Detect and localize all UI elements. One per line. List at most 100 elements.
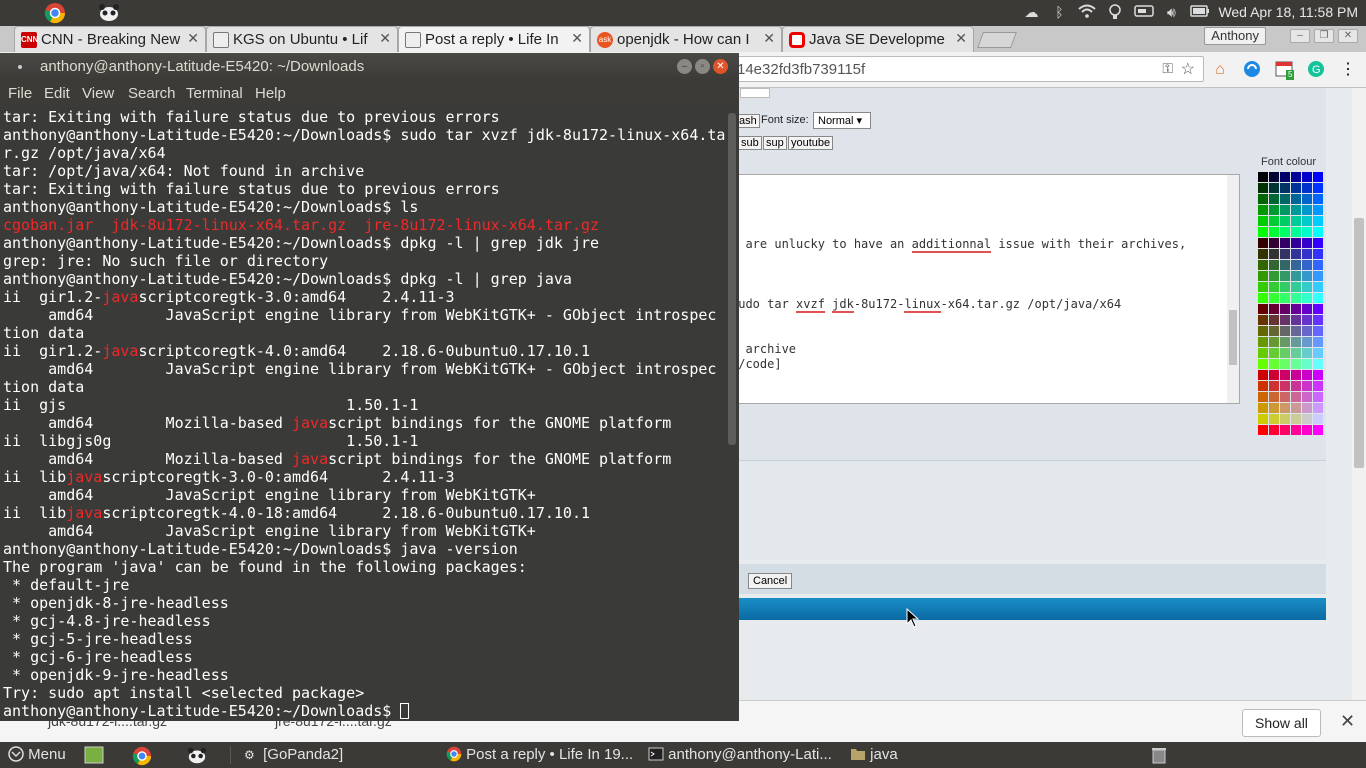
- colour-swatch[interactable]: [1258, 392, 1268, 402]
- colour-swatch[interactable]: [1302, 359, 1312, 369]
- colour-swatch[interactable]: [1302, 227, 1312, 237]
- colour-swatch[interactable]: [1302, 238, 1312, 248]
- page-scrollbar[interactable]: [1352, 88, 1366, 708]
- close-window-button[interactable]: ✕: [713, 59, 728, 74]
- youtube-button[interactable]: youtube: [788, 136, 834, 150]
- colour-swatch[interactable]: [1269, 403, 1279, 413]
- colour-swatch[interactable]: [1258, 359, 1268, 369]
- colour-swatch[interactable]: [1313, 260, 1323, 270]
- colour-swatch[interactable]: [1291, 370, 1301, 380]
- close-icon[interactable]: ✕: [1340, 711, 1355, 732]
- close-icon[interactable]: ✕: [955, 30, 967, 47]
- colour-swatch[interactable]: [1280, 370, 1290, 380]
- colour-swatch[interactable]: [1291, 359, 1301, 369]
- colour-swatch[interactable]: [1291, 337, 1301, 347]
- close-icon[interactable]: ✕: [379, 30, 391, 47]
- colour-swatch[interactable]: [1280, 216, 1290, 226]
- colour-swatch[interactable]: [1302, 425, 1312, 435]
- show-desktop-icon[interactable]: [84, 746, 104, 768]
- sync-extension-icon[interactable]: [1242, 60, 1262, 80]
- colour-swatch[interactable]: [1313, 326, 1323, 336]
- tab-cnn[interactable]: CNN CNN - Breaking New ✕: [14, 26, 206, 52]
- colour-swatch[interactable]: [1269, 216, 1279, 226]
- colour-swatch[interactable]: [1269, 359, 1279, 369]
- colour-swatch[interactable]: [1313, 271, 1323, 281]
- colour-swatch[interactable]: [1313, 172, 1323, 182]
- colour-swatch[interactable]: [1313, 337, 1323, 347]
- sub-button[interactable]: sub: [738, 136, 762, 150]
- colour-swatch[interactable]: [1302, 216, 1312, 226]
- colour-swatch[interactable]: [1313, 194, 1323, 204]
- colour-swatch[interactable]: [1302, 370, 1312, 380]
- colour-swatch[interactable]: [1302, 315, 1312, 325]
- colour-swatch[interactable]: [1280, 260, 1290, 270]
- terminal-scroll-thumb[interactable]: [728, 113, 736, 445]
- colour-swatch[interactable]: [1280, 249, 1290, 259]
- colour-swatch[interactable]: [1313, 392, 1323, 402]
- colour-swatch[interactable]: [1269, 348, 1279, 358]
- minimize-button[interactable]: –: [1290, 29, 1310, 43]
- menu-button[interactable]: Menu: [8, 746, 66, 763]
- colour-swatch[interactable]: [1313, 304, 1323, 314]
- colour-swatch[interactable]: [1258, 183, 1268, 193]
- colour-swatch[interactable]: [1291, 392, 1301, 402]
- colour-swatch[interactable]: [1280, 337, 1290, 347]
- colour-swatch[interactable]: [1291, 238, 1301, 248]
- colour-swatch[interactable]: [1291, 260, 1301, 270]
- editor-scroll-thumb[interactable]: [1229, 310, 1237, 365]
- colour-swatch[interactable]: [1291, 315, 1301, 325]
- colour-swatch[interactable]: [1291, 172, 1301, 182]
- tab-post-reply[interactable]: Post a reply • Life In ✕: [398, 26, 590, 52]
- colour-swatch[interactable]: [1302, 282, 1312, 292]
- colour-swatch[interactable]: [1291, 216, 1301, 226]
- close-icon[interactable]: ✕: [763, 30, 775, 47]
- colour-swatch[interactable]: [1302, 337, 1312, 347]
- colour-swatch[interactable]: [1313, 183, 1323, 193]
- colour-swatch[interactable]: [1269, 172, 1279, 182]
- tab-kgs[interactable]: KGS on Ubuntu • Lif ✕: [206, 26, 398, 52]
- colour-swatch[interactable]: [1280, 348, 1290, 358]
- tab-java-se[interactable]: Java SE Developme ✕: [782, 26, 974, 52]
- profile-button[interactable]: Anthony: [1204, 27, 1266, 45]
- colour-swatch[interactable]: [1313, 249, 1323, 259]
- colour-swatch[interactable]: [1302, 205, 1312, 215]
- colour-swatch[interactable]: [1258, 293, 1268, 303]
- colour-swatch[interactable]: [1313, 205, 1323, 215]
- colour-swatch[interactable]: [1280, 326, 1290, 336]
- colour-swatch[interactable]: [1269, 414, 1279, 424]
- colour-swatch[interactable]: [1280, 304, 1290, 314]
- task-folder[interactable]: java: [850, 746, 898, 763]
- colour-swatch[interactable]: [1302, 403, 1312, 413]
- sup-button[interactable]: sup: [763, 136, 787, 150]
- colour-swatch[interactable]: [1313, 216, 1323, 226]
- colour-swatch[interactable]: [1291, 227, 1301, 237]
- colour-swatch[interactable]: [1302, 249, 1312, 259]
- colour-swatch[interactable]: [1269, 249, 1279, 259]
- colour-swatch[interactable]: [1302, 348, 1312, 358]
- gopanda-launcher-icon[interactable]: [98, 2, 120, 24]
- colour-swatch[interactable]: [1280, 238, 1290, 248]
- colour-swatch[interactable]: [1258, 238, 1268, 248]
- colour-swatch[interactable]: [1291, 205, 1301, 215]
- colour-swatch[interactable]: [1280, 282, 1290, 292]
- editor-scrollbar[interactable]: [1227, 175, 1239, 403]
- wifi-icon[interactable]: [1078, 4, 1097, 20]
- tab-openjdk[interactable]: ask openjdk - How can I ✕: [590, 26, 782, 52]
- colour-swatch[interactable]: [1302, 293, 1312, 303]
- volume-icon[interactable]: 🔊︎: [1162, 4, 1180, 20]
- home-extension-icon[interactable]: ⌂: [1210, 60, 1230, 80]
- colour-swatch[interactable]: [1269, 381, 1279, 391]
- text-input-top[interactable]: [740, 88, 770, 98]
- terminal-scrollbar[interactable]: [725, 107, 739, 721]
- colour-swatch[interactable]: [1280, 403, 1290, 413]
- address-bar[interactable]: 14e32fd3fb739115f ⚿ ☆: [730, 56, 1204, 82]
- colour-swatch[interactable]: [1258, 205, 1268, 215]
- flash-button[interactable]: ash: [736, 114, 760, 128]
- colour-swatch[interactable]: [1269, 392, 1279, 402]
- colour-swatch[interactable]: [1258, 348, 1268, 358]
- cloud-icon[interactable]: ☁: [1022, 4, 1040, 20]
- minimize-button[interactable]: –: [677, 59, 692, 74]
- colour-swatch[interactable]: [1313, 238, 1323, 248]
- colour-swatch[interactable]: [1280, 425, 1290, 435]
- colour-swatch[interactable]: [1302, 392, 1312, 402]
